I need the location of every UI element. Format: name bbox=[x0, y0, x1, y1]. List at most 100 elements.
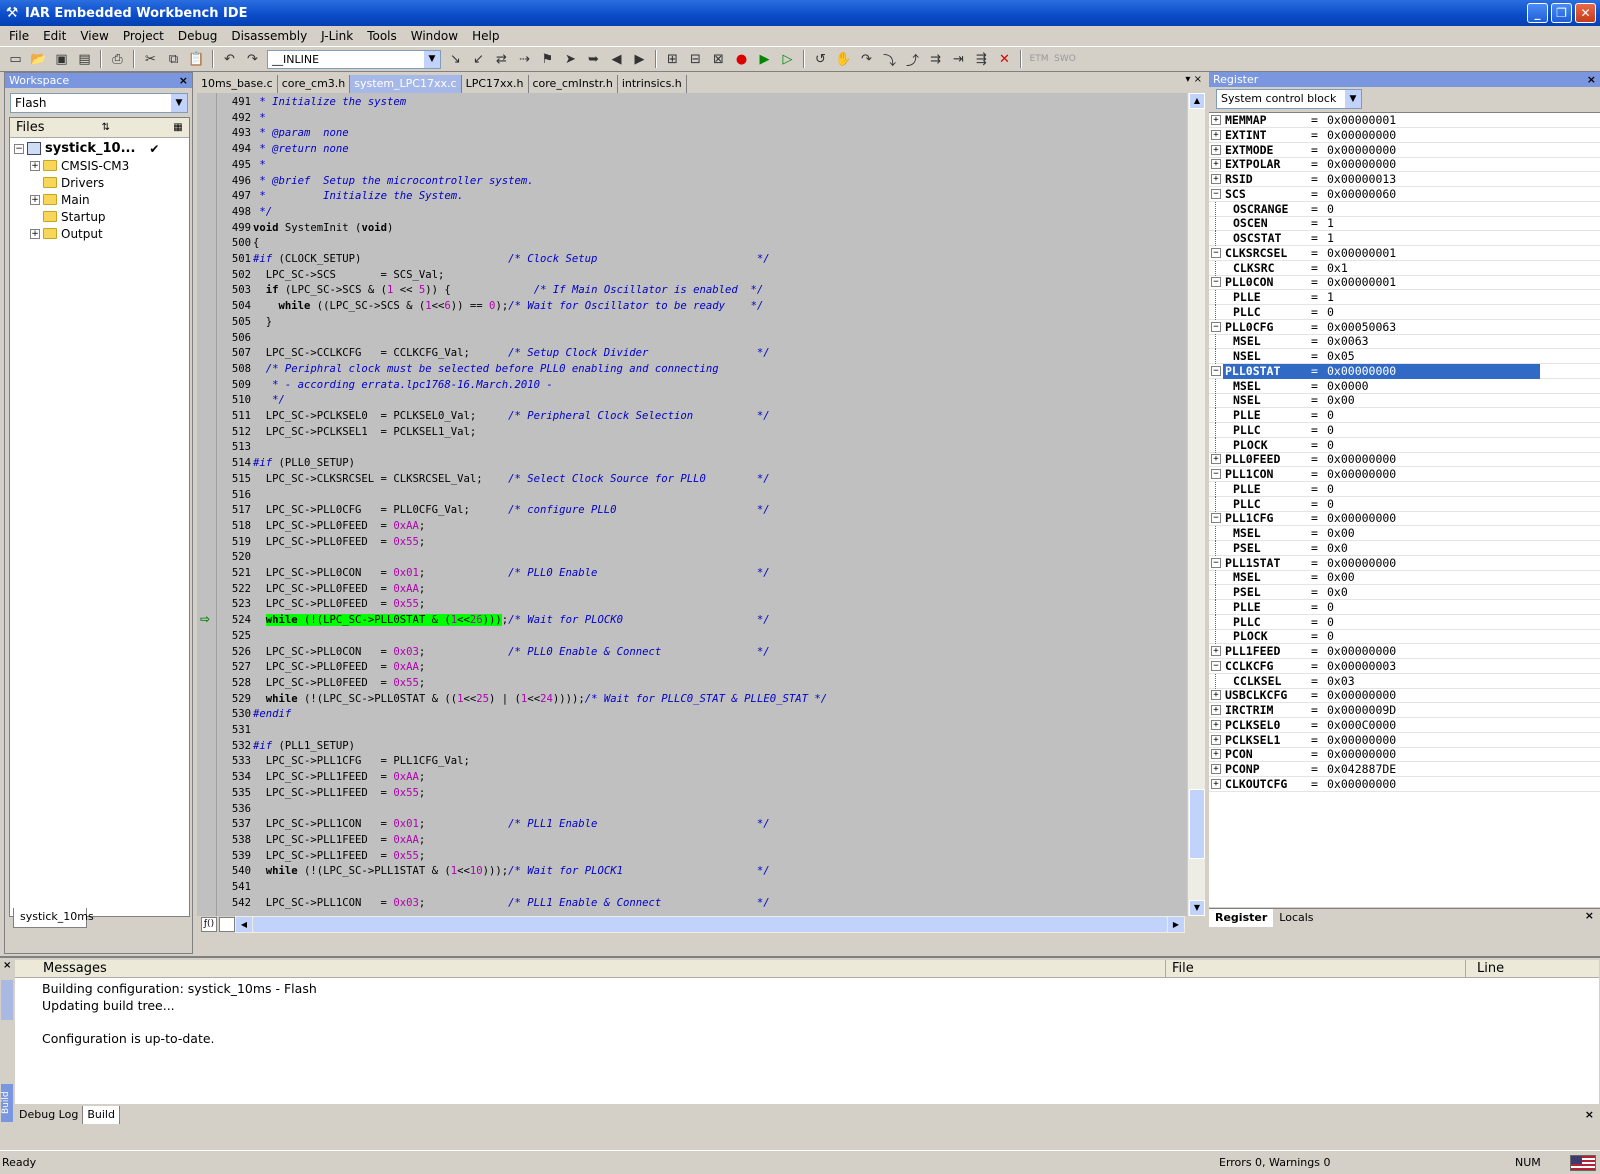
code-line[interactable]: 537 LPC_SC->PLL1CON = 0x01; /* PLL1 Enab… bbox=[219, 817, 770, 833]
next-bookmark-icon[interactable]: ➤ bbox=[559, 48, 582, 70]
register-value[interactable]: 0x00050063 bbox=[1327, 320, 1396, 335]
register-row[interactable]: − PLL1STAT = 0x00000000 bbox=[1209, 556, 1600, 571]
tree-item[interactable]: + Output bbox=[10, 225, 189, 242]
vertical-scrollbar[interactable]: ▲ ▼ bbox=[1187, 93, 1205, 916]
horizontal-scrollbar[interactable]: ◀ ▶ bbox=[235, 916, 1185, 933]
code-line[interactable]: 533 LPC_SC->PLL1CFG = PLL1CFG_Val; bbox=[219, 754, 470, 770]
register-value[interactable]: 0x042887DE bbox=[1327, 762, 1396, 777]
code-line[interactable]: 542 LPC_SC->PLL1CON = 0x03; /* PLL1 Enab… bbox=[219, 896, 770, 912]
register-row[interactable]: + RSID = 0x00000013 bbox=[1209, 172, 1600, 187]
register-value[interactable]: 0 bbox=[1327, 423, 1334, 438]
tab-lpc17xx-h[interactable]: LPC17xx.h bbox=[462, 75, 529, 93]
step-into-icon[interactable]: ⤵ bbox=[878, 48, 901, 70]
collapse-icon[interactable]: − bbox=[1211, 247, 1221, 258]
menu-disassembly[interactable]: Disassembly bbox=[224, 26, 314, 46]
code-line[interactable]: 534 LPC_SC->PLL1FEED = 0xAA; bbox=[219, 770, 425, 786]
register-value[interactable]: 0x1 bbox=[1327, 261, 1348, 276]
code-line[interactable]: 532 #if (PLL1_SETUP) bbox=[219, 739, 355, 755]
expand-icon[interactable]: + bbox=[1211, 764, 1221, 774]
reset-icon[interactable]: ↺ bbox=[809, 48, 832, 70]
menu-window[interactable]: Window bbox=[404, 26, 465, 46]
download-debug-icon[interactable]: ▶ bbox=[753, 48, 776, 70]
menu-debug[interactable]: Debug bbox=[171, 26, 224, 46]
register-row[interactable]: − PLL0CON = 0x00000001 bbox=[1209, 275, 1600, 291]
code-line[interactable]: 516 bbox=[219, 488, 253, 504]
expand-icon[interactable]: + bbox=[1211, 734, 1221, 745]
code-line[interactable]: 504 while ((LPC_SC->SCS & (1<<6)) == 0);… bbox=[219, 299, 763, 315]
message-line[interactable]: Updating build tree... bbox=[42, 997, 175, 1014]
code-line[interactable]: 531 bbox=[219, 723, 253, 739]
menu-view[interactable]: View bbox=[73, 26, 115, 46]
register-row[interactable]: PLOCK = 0 bbox=[1209, 437, 1600, 453]
register-value[interactable]: 0x00000000 bbox=[1327, 128, 1396, 143]
register-value[interactable]: 0x0063 bbox=[1327, 334, 1369, 349]
code-line[interactable]: 506 bbox=[219, 331, 253, 347]
menu-jlink[interactable]: J-Link bbox=[314, 26, 360, 46]
register-row[interactable]: PLLC = 0 bbox=[1209, 422, 1600, 438]
messages-scroll-strip[interactable] bbox=[1, 980, 13, 1020]
register-group-select[interactable]: System control block ▼ bbox=[1216, 89, 1362, 109]
go-icon[interactable]: ⇶ bbox=[970, 48, 993, 70]
stop-debug-icon[interactable]: ✕ bbox=[993, 48, 1016, 70]
code-line[interactable]: 520 bbox=[219, 550, 253, 566]
register-row[interactable]: + CLKOUTCFG = 0x00000000 bbox=[1209, 777, 1600, 792]
code-line[interactable]: 510 */ bbox=[219, 393, 285, 409]
workspace-tab[interactable]: systick_10ms bbox=[13, 908, 94, 928]
collapse-icon[interactable]: − bbox=[1211, 513, 1221, 524]
make-icon[interactable]: ⊟ bbox=[684, 48, 707, 70]
code-line[interactable]: 539 LPC_SC->PLL1FEED = 0x55; bbox=[219, 849, 425, 865]
code-line[interactable]: 524 while (!(LPC_SC->PLL0STAT & (1<<26))… bbox=[219, 613, 770, 629]
register-row[interactable]: NSEL = 0x05 bbox=[1209, 349, 1600, 364]
register-row[interactable]: PLLC = 0 bbox=[1209, 304, 1600, 320]
code-line[interactable]: 495 * bbox=[219, 158, 266, 174]
register-value[interactable]: 0x00000000 bbox=[1327, 143, 1396, 158]
expand-icon[interactable]: + bbox=[1211, 174, 1221, 184]
collapse-icon[interactable]: − bbox=[1211, 557, 1221, 568]
register-row[interactable]: + MEMMAP = 0x00000001 bbox=[1209, 113, 1600, 128]
register-row[interactable]: OSCRANGE = 0 bbox=[1209, 201, 1600, 217]
code-line[interactable]: 536 bbox=[219, 802, 253, 818]
register-value[interactable]: 0x00000003 bbox=[1327, 659, 1396, 674]
register-value[interactable]: 0x05 bbox=[1327, 349, 1355, 364]
register-value[interactable]: 0x00000000 bbox=[1327, 747, 1396, 762]
register-value[interactable]: 0x00000000 bbox=[1327, 467, 1396, 482]
navigate-forward-icon[interactable]: ▶ bbox=[628, 48, 651, 70]
tab-register[interactable]: Register bbox=[1209, 909, 1274, 927]
register-row[interactable]: MSEL = 0x00 bbox=[1209, 570, 1600, 586]
goto-icon[interactable]: ⇢ bbox=[513, 48, 536, 70]
code-line[interactable]: 513 bbox=[219, 440, 253, 456]
step-out-icon[interactable]: ⤴ bbox=[901, 48, 924, 70]
register-row[interactable]: MSEL = 0x0000 bbox=[1209, 378, 1600, 394]
tab-debug-log[interactable]: Debug Log bbox=[15, 1106, 84, 1124]
register-value[interactable]: 0 bbox=[1327, 497, 1334, 512]
code-line[interactable]: 509 * - according errata.lpc1768-16.Marc… bbox=[219, 378, 553, 394]
find-combo[interactable]: __INLINE ▼ bbox=[267, 49, 441, 69]
register-row[interactable]: PLLE = 1 bbox=[1209, 290, 1600, 305]
collapse-icon[interactable]: − bbox=[1211, 277, 1221, 288]
next-statement-icon[interactable]: ⇉ bbox=[924, 48, 947, 70]
register-row[interactable]: PLLC = 0 bbox=[1209, 614, 1600, 630]
register-row[interactable]: MSEL = 0x0063 bbox=[1209, 334, 1600, 350]
code-line[interactable]: 526 LPC_SC->PLL0CON = 0x03; /* PLL0 Enab… bbox=[219, 645, 770, 661]
expand-icon[interactable]: + bbox=[1211, 749, 1221, 760]
register-value[interactable]: 1 bbox=[1327, 216, 1334, 231]
save-all-icon[interactable]: ▤ bbox=[73, 48, 96, 70]
find-next-icon[interactable]: ↘ bbox=[444, 48, 467, 70]
register-row[interactable]: PLLE = 0 bbox=[1209, 481, 1600, 497]
register-row[interactable]: − PLL1CON = 0x00000000 bbox=[1209, 467, 1600, 482]
register-row[interactable]: NSEL = 0x00 bbox=[1209, 393, 1600, 409]
code-line[interactable]: 518 LPC_SC->PLL0FEED = 0xAA; bbox=[219, 519, 425, 535]
editor-tab-controls[interactable]: ▾ × bbox=[1185, 74, 1202, 85]
scroll-down-icon[interactable]: ▼ bbox=[1189, 900, 1205, 916]
stop-build-icon[interactable]: ⊠ bbox=[707, 48, 730, 70]
code-line[interactable]: 523 LPC_SC->PLL0FEED = 0x55; bbox=[219, 597, 425, 613]
register-value[interactable]: 0 bbox=[1327, 305, 1334, 320]
register-row[interactable]: + PCONP = 0x042887DE bbox=[1209, 762, 1600, 777]
register-value[interactable]: 0x0 bbox=[1327, 541, 1348, 556]
register-row[interactable]: PSEL = 0x0 bbox=[1209, 540, 1600, 556]
register-row[interactable]: + PLL0FEED = 0x00000000 bbox=[1209, 452, 1600, 468]
expand-icon[interactable]: + bbox=[1211, 778, 1221, 789]
collapse-icon[interactable]: − bbox=[1211, 660, 1221, 671]
etm-button[interactable]: ETM bbox=[1026, 48, 1052, 70]
expand-icon[interactable]: + bbox=[1211, 454, 1221, 465]
